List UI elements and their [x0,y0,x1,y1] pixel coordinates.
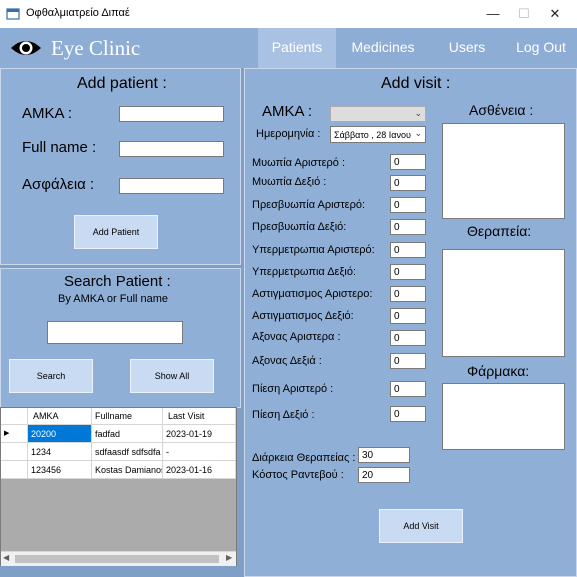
astigmatism-left-input[interactable]: 0 [390,286,426,302]
presbyopia-left-input[interactable]: 0 [390,197,426,213]
add-patient-button[interactable]: Add Patient [74,215,158,249]
hyperopia-right-input[interactable]: 0 [390,264,426,280]
date-label: Ημερομηνία : [256,128,321,140]
add-visit-button[interactable]: Add Visit [379,509,463,543]
astigmatism-left-label: Αστιγματισμος Αριστερο: [252,288,373,300]
fullname-label: Full name : [22,139,97,156]
axis-right-label: Αξονας Δεξιά : [252,355,322,367]
therapy-duration-input[interactable]: 30 [358,447,410,463]
axis-left-input[interactable]: 0 [390,330,426,346]
nav-patients[interactable]: Patients [258,28,336,68]
pressure-left-label: Πίεση Αριστερό : [252,383,334,395]
scroll-left-icon[interactable]: ◀ [3,553,9,562]
search-patient-title: Search Patient : [64,273,171,290]
hyperopia-right-label: Υπερμετρωπια Δεξιό: [252,266,357,278]
grid-cell-fullname[interactable]: Kostas Damianos [92,461,163,479]
brand-title: Eye Clinic [51,36,141,60]
astigmatism-right-input[interactable]: 0 [390,308,426,324]
pressure-right-input[interactable]: 0 [390,406,426,422]
minimize-button[interactable]: — [478,0,508,28]
chevron-down-icon: ⌄ [414,108,422,118]
grid-horizontal-scrollbar[interactable]: ◀ ▶ [1,551,236,566]
grid-corner [1,408,28,425]
row-header[interactable] [1,461,28,479]
medicine-textarea[interactable] [442,383,565,450]
add-patient-panel: Add patient : AMKA : Full name : Ασφάλει… [0,68,241,265]
myopia-left-label: Μυωπία Αριστερό : [252,157,346,169]
grid-cell-last-visit[interactable]: 2023-01-16 [163,461,236,479]
nav-medicines[interactable]: Medicines [343,28,423,68]
myopia-left-input[interactable]: 0 [390,154,426,170]
search-input[interactable] [47,321,183,344]
fullname-input[interactable] [119,141,224,157]
therapy-label: Θεραπεία: [467,223,532,239]
illness-textarea[interactable] [442,123,565,219]
grid-cell-amka[interactable]: 20200 [28,425,92,443]
column-header-last-visit[interactable]: Last Visit [163,408,236,425]
myopia-right-input[interactable]: 0 [390,175,426,191]
illness-label: Ασθένεια : [469,102,534,118]
hyperopia-left-input[interactable]: 0 [390,242,426,258]
pressure-right-label: Πίεση Δεξιό : [252,409,315,421]
astigmatism-right-label: Αστιγματισμος Δεξιό: [252,310,354,322]
scrollbar-thumb[interactable] [15,555,219,563]
current-row-marker-icon[interactable]: ▶ [1,425,28,443]
search-button[interactable]: Search [9,359,93,393]
visit-cost-label: Κόστος Ραντεβού : [252,469,344,481]
grid-cell-amka[interactable]: 123456 [28,461,92,479]
scroll-right-icon[interactable]: ▶ [226,553,232,562]
grid-cell-last-visit[interactable]: - [163,443,236,461]
therapy-textarea[interactable] [442,249,565,357]
nav-logout[interactable]: Log Out [512,28,570,68]
search-patient-panel: Search Patient : By AMKA or Full name Se… [0,268,241,408]
close-button[interactable]: ✕ [540,0,570,28]
hyperopia-left-label: Υπερμετρωπια Αριστερό: [252,244,375,256]
window-title: Οφθαλμιατρείο Διπαέ [26,7,130,19]
column-header-fullname[interactable]: Fullname [92,408,163,425]
app-window-icon [6,8,20,20]
presbyopia-right-input[interactable]: 0 [390,219,426,235]
header-bar: Eye Clinic Patients Medicines Users Log … [0,28,577,68]
pressure-left-input[interactable]: 0 [390,381,426,397]
chevron-down-icon: ⌄ [414,128,422,138]
add-patient-title: Add patient : [77,75,167,92]
add-visit-panel: Add visit : AMKA : ⌄ Ημερομηνία : Σάββατ… [244,68,577,577]
date-picker[interactable]: Σάββατο , 28 Ιανου ⌄ [330,126,426,143]
eye-logo-icon [11,41,41,55]
presbyopia-right-label: Πρεσβυωπία Δεξιό: [252,221,347,233]
insurance-input[interactable] [119,178,224,194]
title-bar: Οφθαλμιατρείο Διπαέ — ☐ ✕ [0,0,577,29]
therapy-duration-label: Διάρκεια Θεραπείας : [252,452,356,464]
medicine-label: Φάρμακα: [467,363,530,379]
add-visit-title: Add visit : [381,75,451,92]
search-subtitle: By AMKA or Full name [58,293,169,305]
amka-label: AMKA : [22,105,73,122]
axis-right-input[interactable]: 0 [390,353,426,369]
presbyopia-left-label: Πρεσβυωπία Αριστερό: [252,199,366,211]
myopia-right-label: Μυωπία Δεξιό : [252,176,327,188]
insurance-label: Ασφάλεια : [22,176,95,193]
nav-users[interactable]: Users [444,28,490,68]
grid-cell-fullname[interactable]: fadfad [92,425,163,443]
visit-amka-label: AMKA : [262,103,313,120]
visit-cost-input[interactable]: 20 [358,467,410,483]
column-header-amka[interactable]: AMKA [28,408,92,425]
date-value: Σάββατο , 28 Ιανου [334,130,411,140]
axis-left-label: Αξονας Αριστερα : [252,331,341,343]
show-all-button[interactable]: Show All [130,359,214,393]
grid-cell-fullname[interactable]: sdfaasdf sdfsdfa [92,443,163,461]
grid-cell-amka[interactable]: 1234 [28,443,92,461]
maximize-button[interactable]: ☐ [509,0,539,28]
patients-grid[interactable]: AMKA Fullname Last Visit ▶ 20200 fadfad … [0,407,237,566]
grid-cell-last-visit[interactable]: 2023-01-19 [163,425,236,443]
amka-input[interactable] [119,106,224,122]
visit-amka-combobox[interactable]: ⌄ [330,106,426,122]
row-header[interactable] [1,443,28,461]
